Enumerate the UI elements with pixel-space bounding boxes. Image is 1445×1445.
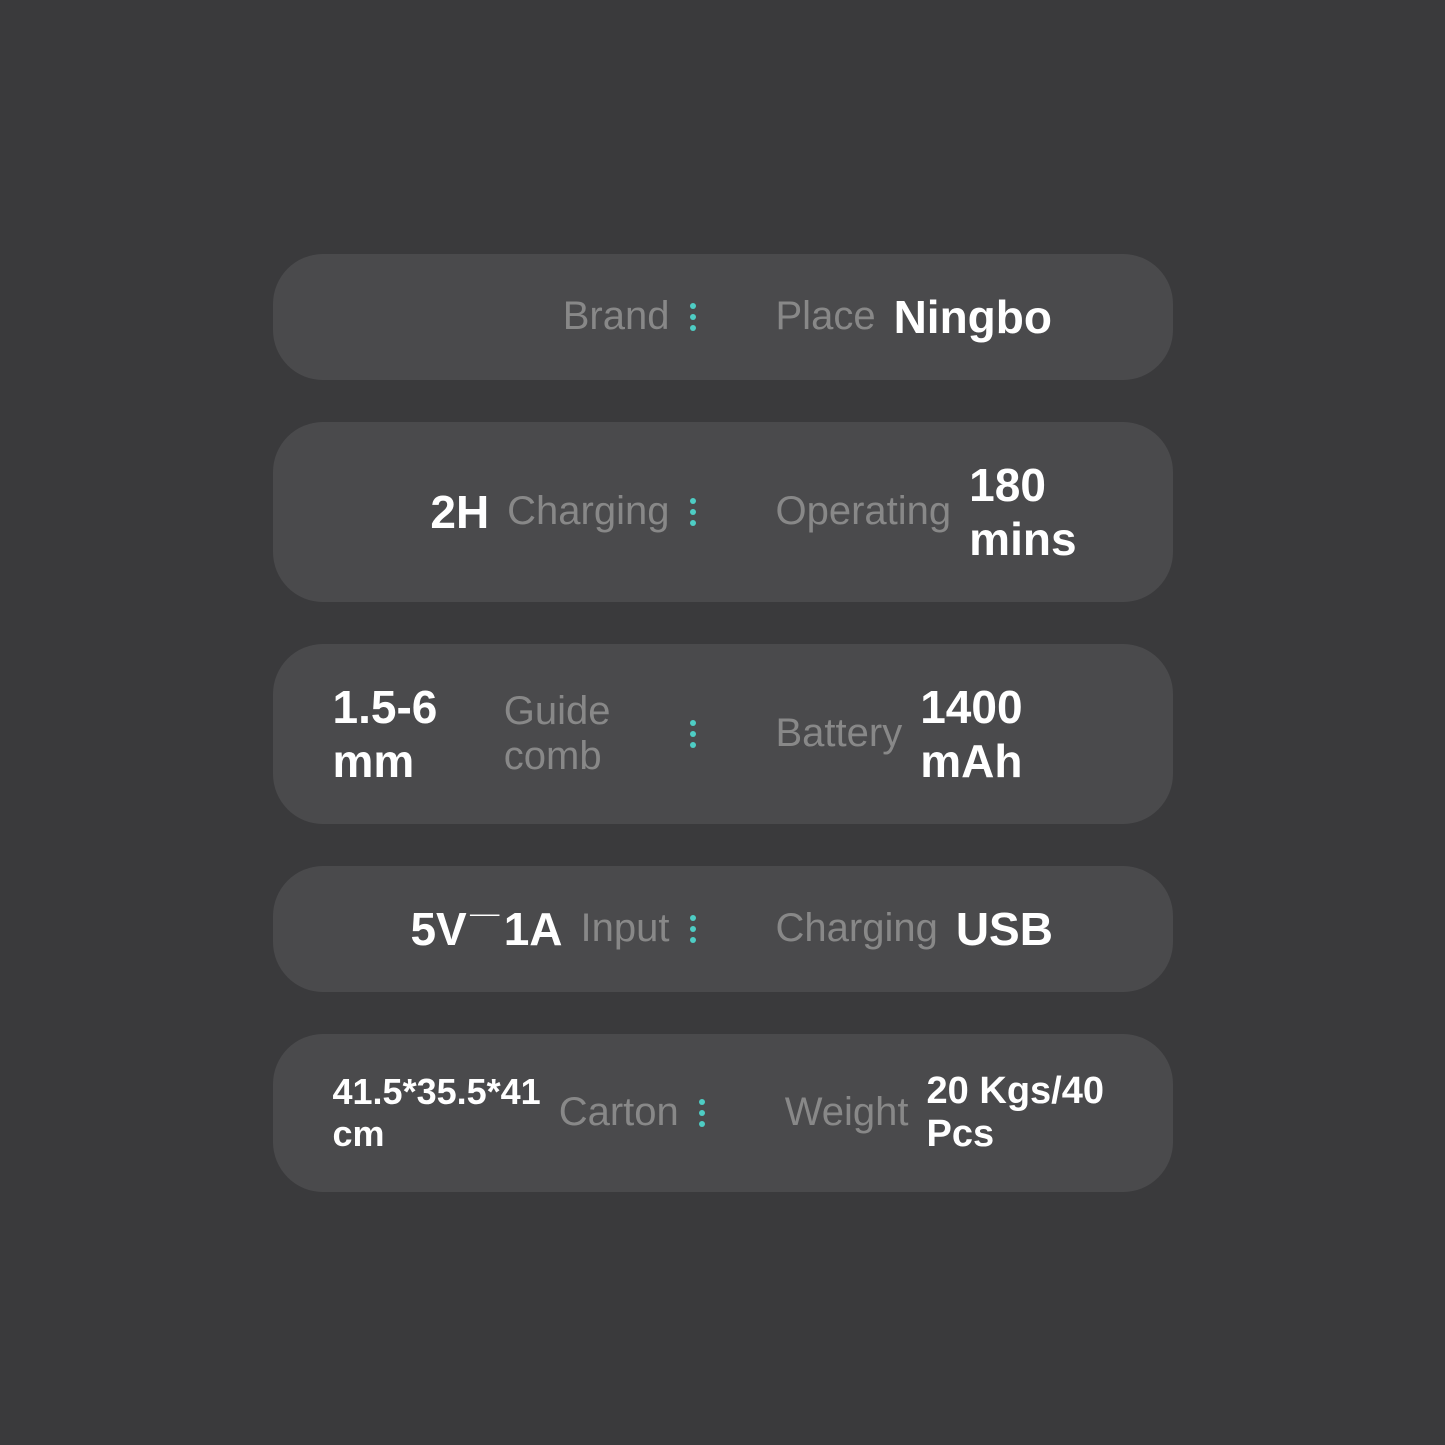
usb-value: USB <box>956 902 1053 956</box>
dot-mid <box>690 731 696 737</box>
dot-top <box>690 303 696 309</box>
dc-symbol: ‾‾‾ <box>471 911 500 942</box>
row-charging-time: 2H Charging Operating 180 mins <box>273 422 1173 602</box>
row-brand: Brand Place Ningbo <box>273 254 1173 380</box>
weight-label: Weight <box>785 1090 909 1135</box>
dot-mid <box>690 926 696 932</box>
brand-right: Place Ningbo <box>716 290 1113 344</box>
dot-bot <box>690 520 696 526</box>
row-input: 5V‾‾‾1A Input Charging USB <box>273 866 1173 992</box>
dot-top <box>690 498 696 504</box>
dot-bot <box>690 742 696 748</box>
operating-value: 180 mins <box>969 458 1112 566</box>
operating-label: Operating <box>776 489 952 534</box>
guide-value: 1.5-6 mm <box>333 680 486 788</box>
charging-usb-label: Charging <box>776 906 938 951</box>
divider-3 <box>690 720 696 748</box>
divider-5 <box>699 1099 705 1127</box>
dimensions-value: 41.5*35.5*41 cm <box>333 1071 541 1155</box>
specs-container: Brand Place Ningbo 2H Charging Operating… <box>273 254 1173 1192</box>
charging-value: 2H <box>430 485 489 539</box>
guide-label: Guide comb <box>504 689 670 779</box>
row-guide-comb: 1.5-6 mm Guide comb Battery 1400 mAh <box>273 644 1173 824</box>
carton-right: Weight 20 Kgs/40 Pcs <box>725 1070 1113 1156</box>
dot-mid <box>690 314 696 320</box>
input-label: Input <box>581 906 670 951</box>
battery-label: Battery <box>776 711 903 756</box>
dot-top <box>699 1099 705 1105</box>
dot-bot <box>690 937 696 943</box>
divider-2 <box>690 498 696 526</box>
place-value: Ningbo <box>894 290 1052 344</box>
charging-left: 2H Charging <box>333 485 670 539</box>
brand-label: Brand <box>563 294 670 339</box>
ampere-number: 1A <box>504 902 563 956</box>
charging-right: Operating 180 mins <box>716 458 1113 566</box>
divider-4 <box>690 915 696 943</box>
place-label: Place <box>776 294 876 339</box>
divider-1 <box>690 303 696 331</box>
dot-mid <box>690 509 696 515</box>
dot-top <box>690 720 696 726</box>
carton-left: 41.5*35.5*41 cm Carton <box>333 1071 679 1155</box>
weight-value: 20 Kgs/40 Pcs <box>927 1070 1113 1156</box>
dot-bot <box>690 325 696 331</box>
input-right: Charging USB <box>716 902 1113 956</box>
carton-label: Carton <box>559 1090 679 1135</box>
battery-value: 1400 mAh <box>920 680 1112 788</box>
row-carton: 41.5*35.5*41 cm Carton Weight 20 Kgs/40 … <box>273 1034 1173 1192</box>
input-left: 5V‾‾‾1A Input <box>333 902 670 956</box>
voltage-value: 5V‾‾‾1A <box>410 902 562 956</box>
guide-left: 1.5-6 mm Guide comb <box>333 680 670 788</box>
charging-label: Charging <box>507 489 669 534</box>
brand-left: Brand <box>333 294 670 339</box>
dot-top <box>690 915 696 921</box>
guide-right: Battery 1400 mAh <box>716 680 1113 788</box>
dot-mid <box>699 1110 705 1116</box>
dot-bot <box>699 1121 705 1127</box>
voltage-number: 5V <box>410 902 466 956</box>
